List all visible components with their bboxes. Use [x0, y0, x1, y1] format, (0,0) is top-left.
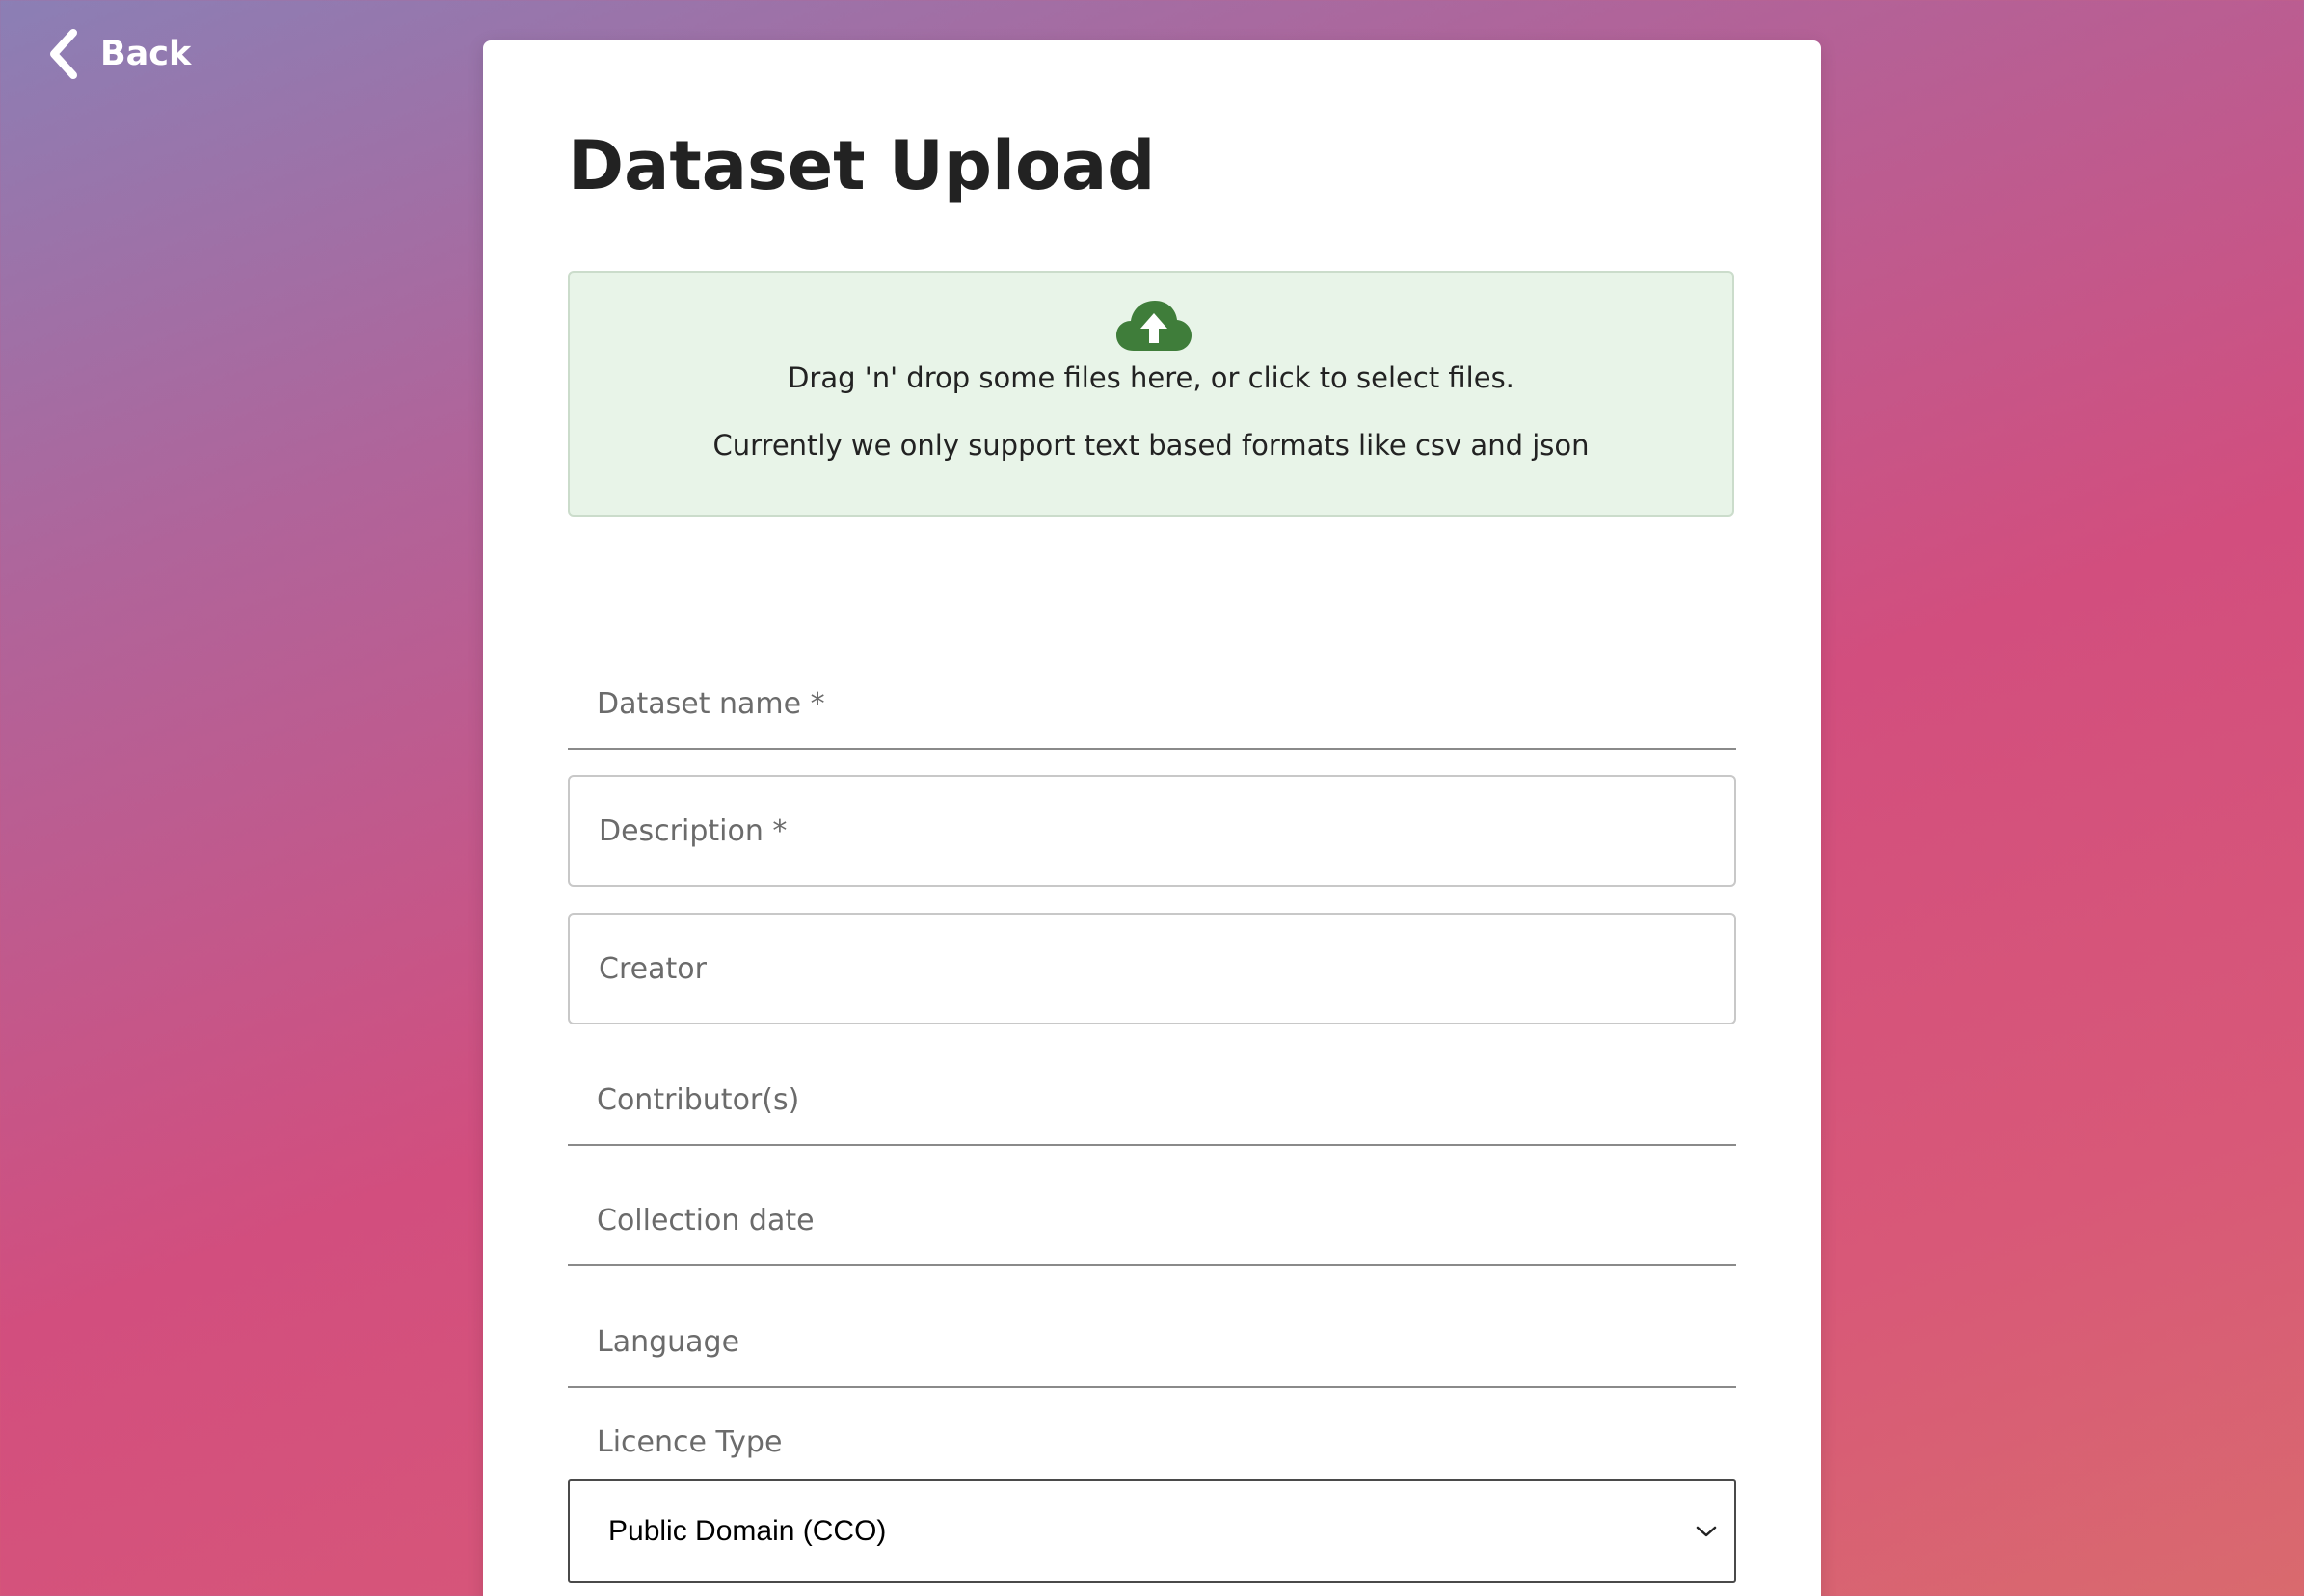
chevron-down-icon	[1696, 1526, 1717, 1536]
creator-input[interactable]	[570, 915, 1734, 1023]
cloud-upload-icon	[1116, 301, 1192, 351]
licence-type-select[interactable]: Public Domain (CCO)	[568, 1479, 1736, 1583]
contributors-field[interactable]	[568, 1055, 1736, 1146]
dropzone-instructions: Drag 'n' drop some files here, or click …	[788, 361, 1514, 394]
licence-selected-value: Public Domain (CCO)	[608, 1514, 887, 1547]
file-dropzone[interactable]: Drag 'n' drop some files here, or click …	[568, 271, 1734, 517]
description-field[interactable]	[568, 775, 1736, 887]
collection-date-field[interactable]	[568, 1176, 1736, 1266]
creator-field[interactable]	[568, 913, 1736, 1024]
dataset-name-input[interactable]	[568, 659, 1736, 748]
language-field[interactable]	[568, 1297, 1736, 1388]
contributors-input[interactable]	[568, 1055, 1736, 1144]
description-input[interactable]	[570, 777, 1734, 885]
licence-type-label: Licence Type	[597, 1425, 783, 1459]
dataset-name-field[interactable]	[568, 659, 1736, 750]
collection-date-input[interactable]	[568, 1176, 1736, 1264]
dropzone-format-note: Currently we only support text based for…	[712, 429, 1590, 462]
upload-card: Dataset Upload Drag 'n' drop some files …	[483, 40, 1821, 1596]
chevron-left-icon	[50, 29, 77, 79]
back-button[interactable]: Back	[46, 27, 191, 81]
page-title: Dataset Upload	[568, 126, 1156, 205]
back-label: Back	[100, 35, 192, 73]
language-input[interactable]	[568, 1297, 1736, 1386]
